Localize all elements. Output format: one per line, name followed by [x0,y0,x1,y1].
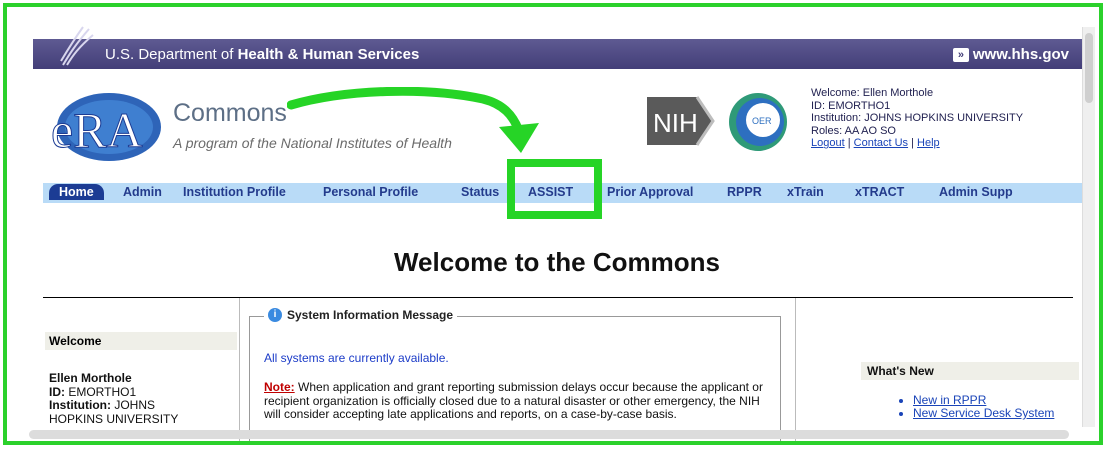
nav-tab-institution-profile[interactable]: Institution Profile [183,185,286,199]
era-logo-icon: eRA [51,93,161,161]
left-user-name: Ellen Morthole [49,371,132,385]
horizontal-scrollbar[interactable] [29,430,1069,439]
user-links: Logout | Contact Us | Help [811,137,1081,150]
whats-new-list: New in RPPR New Service Desk System [897,394,1054,420]
note-label: Note: [264,380,295,394]
assist-highlight-box [507,159,602,219]
nav-tab-xtract[interactable]: xTRACT [855,185,904,199]
system-status-text: All systems are currently available. [264,351,449,365]
link-separator: | [847,137,851,150]
double-chevron-right-icon: » [952,47,969,62]
system-note: Note: When application and grant reporti… [264,380,769,422]
left-institution-value-2: HOPKINS UNIVERSITY [49,411,179,426]
system-message-box: i System Information Message All systems… [249,308,781,441]
system-message-title: System Information Message [287,308,454,322]
nav-tab-admin[interactable]: Admin [123,185,162,199]
link-separator: | [911,137,914,150]
left-institution-label: Institution: [49,398,111,412]
system-message-legend: i System Information Message [264,308,458,322]
left-user-id: ID: EMORTHO1 [49,384,178,400]
contact-us-link[interactable]: Contact Us [854,137,908,149]
nih-logo-text: NIH [653,108,698,138]
nav-tab-personal-profile[interactable]: Personal Profile [323,185,418,199]
nav-tab-rppr[interactable]: RPPR [727,185,762,199]
user-id: ID: EMORTHO1 [811,99,891,112]
help-link[interactable]: Help [917,137,940,149]
nav-tab-status[interactable]: Status [461,185,499,199]
page-title: Welcome to the Commons [393,247,720,277]
left-institution-value-1: JOHNS [114,398,155,412]
hhs-name: Health & Human Services [237,46,420,63]
annotation-arrow-icon [287,87,539,153]
hhs-link-text: www.hhs.gov [972,46,1069,63]
left-panel-user-info: Ellen Morthole ID: EMORTHO1 Institution:… [49,371,179,426]
oer-logo-text: OER [752,116,772,126]
commons-subtitle: A program of the National Institutes of … [173,135,452,151]
whats-new-rppr-link[interactable]: New in RPPR [913,393,986,407]
left-id-value: EMORTHO1 [68,384,137,399]
whats-new-heading: What's New [861,362,1079,380]
left-panel-heading: Welcome [45,332,237,350]
whats-new-panel: What's New New in RPPR New Service Desk … [797,298,1097,441]
nav-tab-admin-supp[interactable]: Admin Supp [939,185,1013,199]
list-item: New Service Desk System [913,407,1054,420]
nav-tab-xtrain[interactable]: xTrain [787,185,824,199]
left-user-institution: Institution: JOHNS [49,398,178,413]
commons-title: Commons [173,99,287,127]
info-icon: i [268,308,282,322]
user-roles: Roles: AA AO SO [811,124,896,137]
hhs-website-link[interactable]: » www.hhs.gov [952,46,1069,63]
era-logo-text: eRA [51,102,143,158]
scrollbar-thumb[interactable] [1085,33,1093,103]
vertical-scrollbar[interactable] [1082,27,1095,427]
system-message-panel: i System Information Message All systems… [239,298,796,441]
left-id-label: ID: [49,384,65,399]
whats-new-service-desk-link[interactable]: New Service Desk System [913,406,1054,420]
hhs-department-text: U.S. Department of Health & Human Servic… [105,46,419,63]
note-text: When application and grant reporting sub… [264,380,763,421]
user-info-panel: Welcome: Ellen Morthole ID: EMORTHO1 Ins… [811,87,1081,150]
hhs-prefix: U.S. Department of [105,46,234,63]
nav-tab-prior-approval[interactable]: Prior Approval [607,185,693,199]
hhs-header-bar: U.S. Department of Health & Human Servic… [33,26,1085,69]
user-welcome: Welcome: Ellen Morthole [811,87,934,99]
nih-logo-icon: NIH [647,96,715,146]
oer-logo-icon: OER [729,93,787,151]
nav-tab-home[interactable]: Home [49,184,104,200]
hhs-eagle-logo-icon [60,26,94,66]
user-institution: Institution: JOHNS HOPKINS UNIVERSITY [811,112,1024,125]
screenshot-frame: U.S. Department of Health & Human Servic… [3,3,1103,445]
left-panel: Welcome Ellen Morthole ID: EMORTHO1 Inst… [43,298,240,441]
logout-link[interactable]: Logout [811,137,845,149]
